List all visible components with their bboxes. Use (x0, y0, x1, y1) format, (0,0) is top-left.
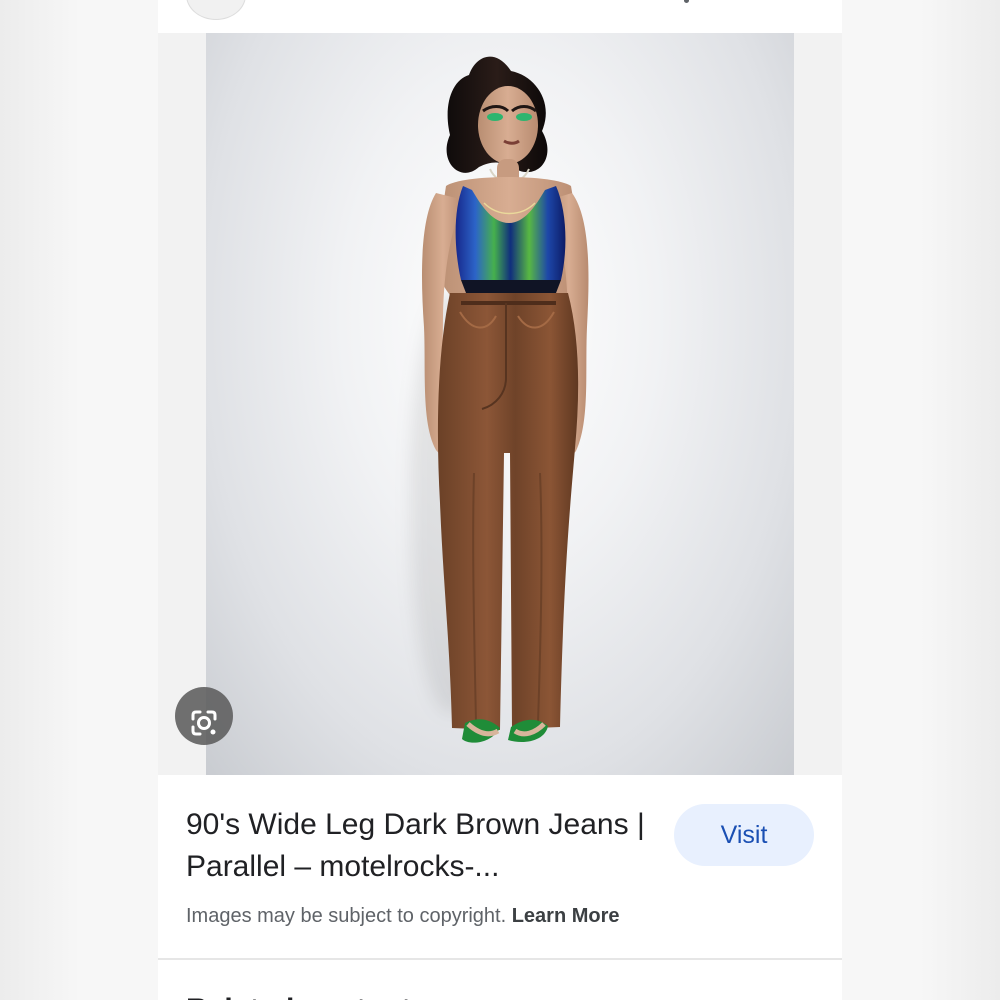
related-content-section: Related content (158, 960, 842, 1000)
copyright-text: Images may be subject to copyright. (186, 905, 507, 927)
learn-more-link[interactable]: Learn More (512, 905, 620, 927)
result-card: 90's Wide Leg Dark Brown Jeans | Paralle… (158, 0, 842, 1000)
image-preview (158, 33, 842, 775)
google-lens-button[interactable] (175, 687, 233, 745)
result-title-link[interactable]: 90's Wide Leg Dark Brown Jeans | Paralle… (186, 804, 656, 888)
image-viewer-screen: 90's Wide Leg Dark Brown Jeans | Paralle… (0, 0, 1000, 1000)
product-photo[interactable] (206, 33, 794, 775)
visit-button[interactable]: Visit (674, 804, 814, 866)
more-options-icon[interactable] (684, 0, 689, 3)
source-header (158, 0, 842, 32)
model-in-brown-jeans-image (421, 56, 589, 743)
image-info-panel: 90's Wide Leg Dark Brown Jeans | Paralle… (158, 775, 842, 958)
copyright-notice: Images may be subject to copyright. Lear… (186, 903, 620, 929)
related-content-heading: Related content (186, 992, 411, 1000)
google-lens-icon (191, 710, 217, 735)
source-avatar[interactable] (186, 0, 246, 20)
